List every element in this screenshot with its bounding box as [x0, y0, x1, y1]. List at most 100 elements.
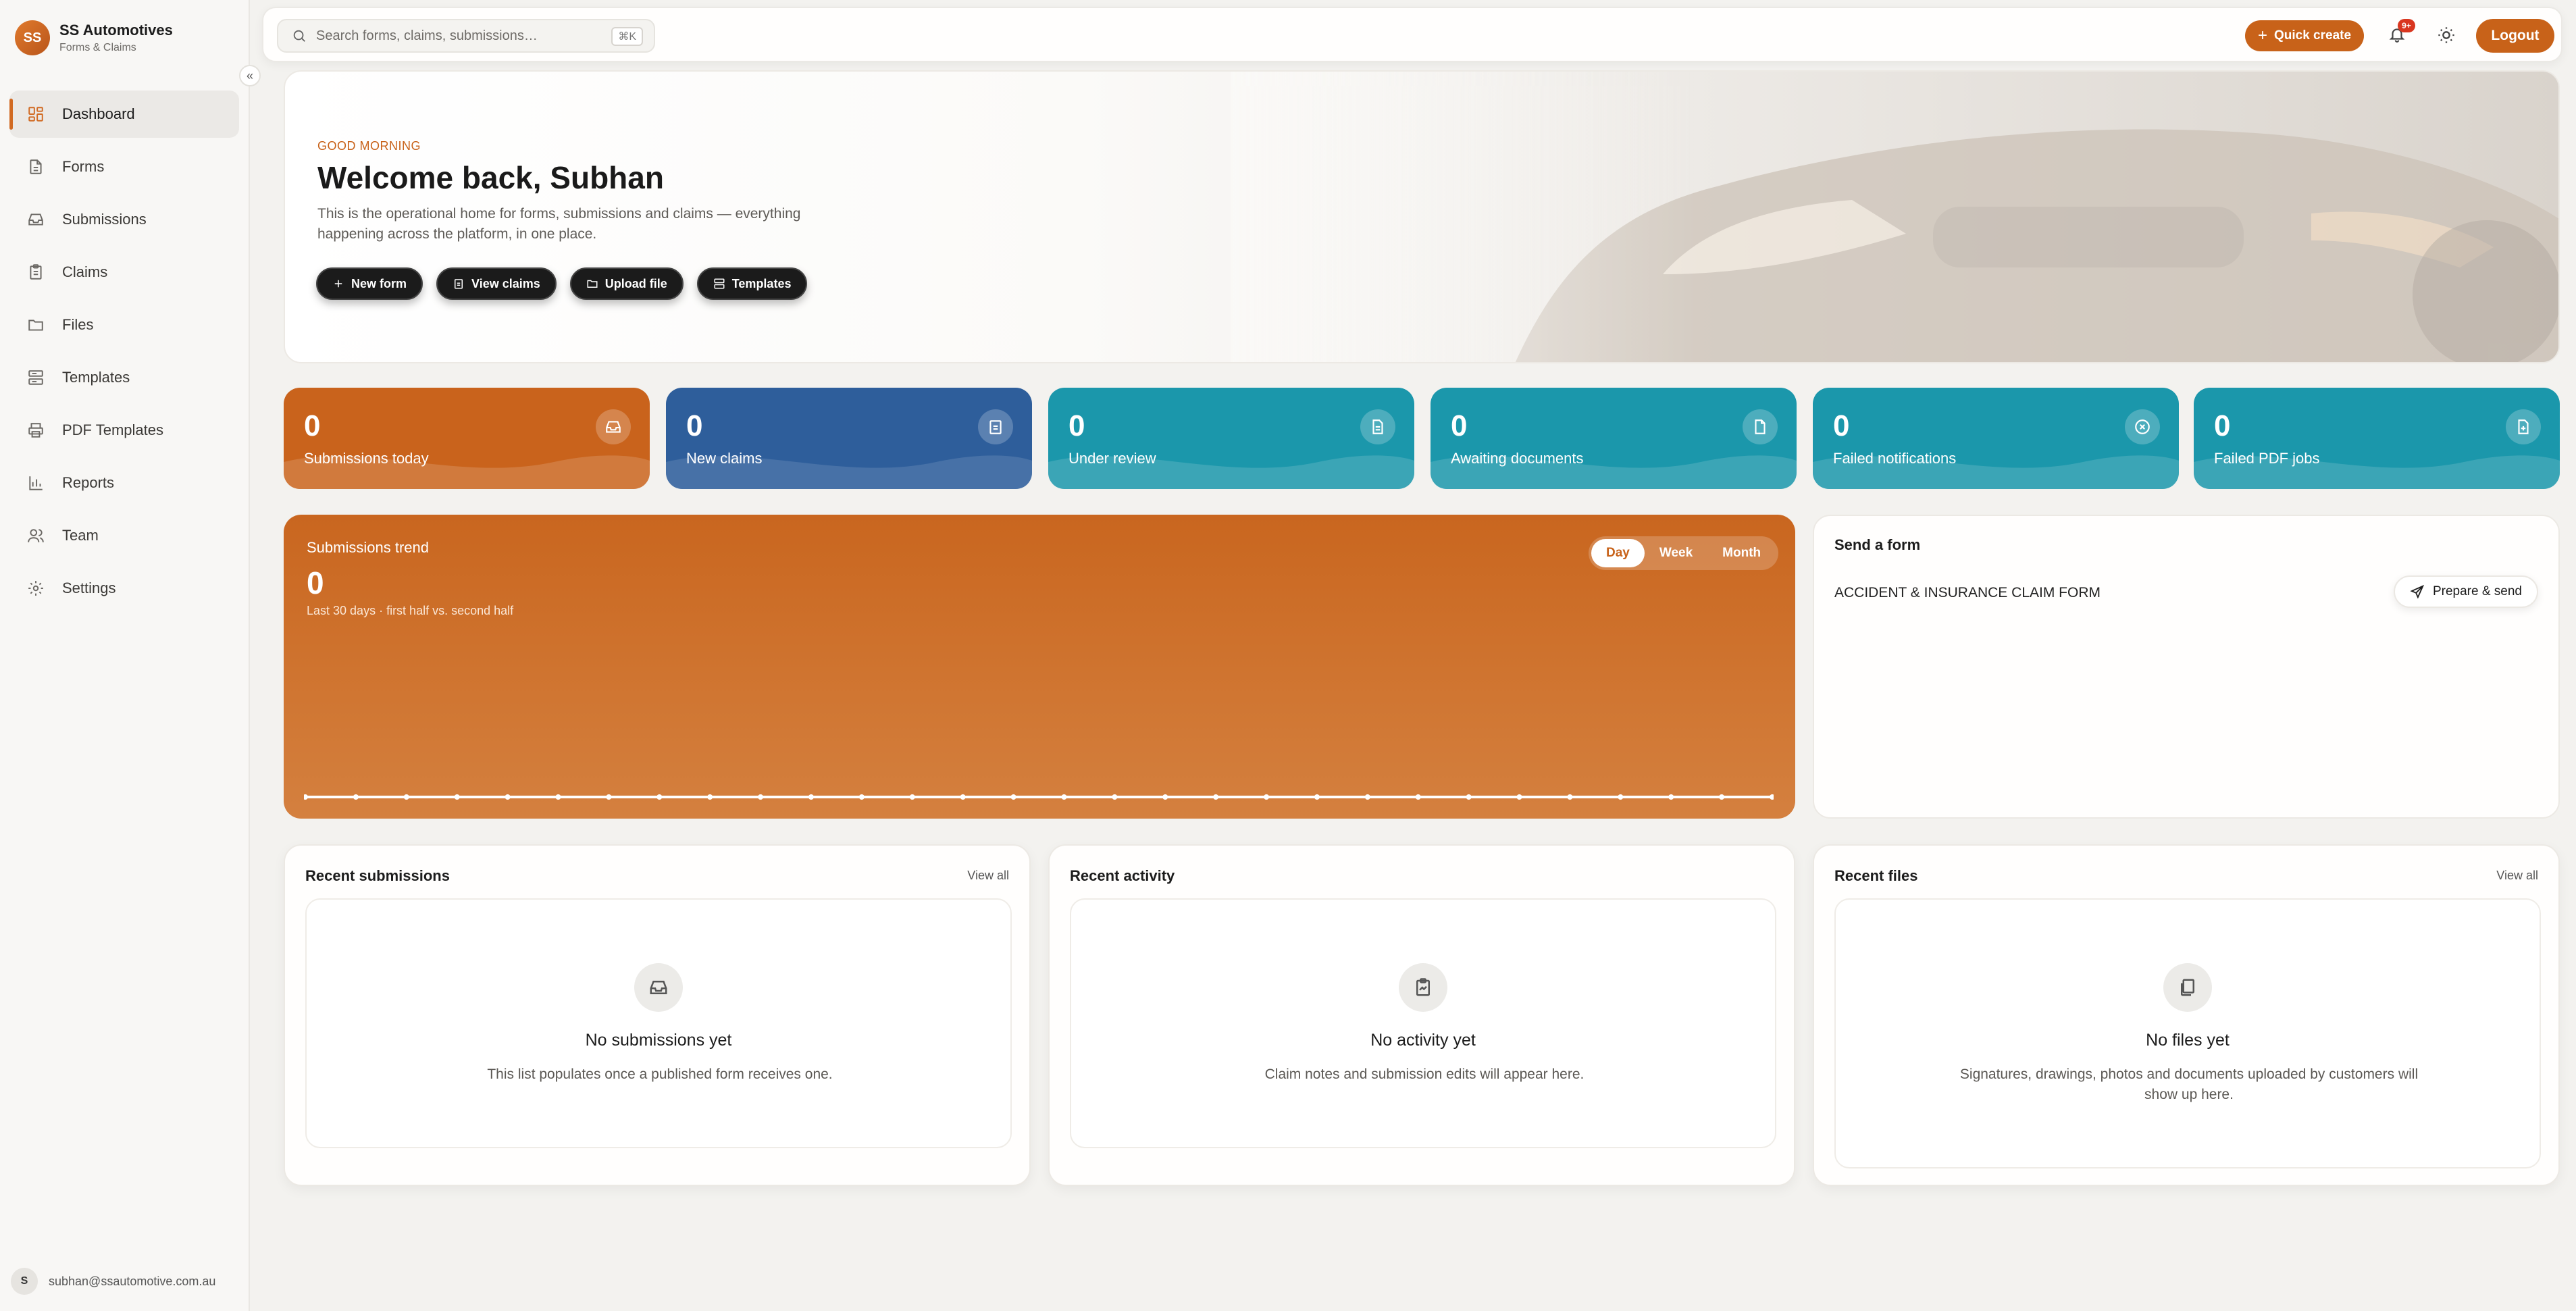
- empty-state: No files yet Signatures, drawings, photo…: [1834, 898, 2541, 1168]
- greeting-eyebrow: GOOD MORNING: [317, 139, 421, 153]
- sidebar-item-label: Team: [62, 527, 99, 544]
- new-form-button[interactable]: New form: [316, 267, 423, 300]
- plus-icon: +: [2257, 26, 2267, 45]
- panel-title: Recent files: [1834, 867, 1918, 884]
- empty-description: This list populates once a published for…: [487, 1066, 833, 1082]
- trend-point: [353, 794, 359, 800]
- user-account[interactable]: S subhan@ssautomotive.com.au: [11, 1268, 215, 1295]
- prepare-send-button[interactable]: Prepare & send: [2393, 575, 2538, 608]
- users-icon: [28, 529, 44, 542]
- range-month-button[interactable]: Month: [1707, 539, 1776, 567]
- view-claims-button[interactable]: View claims: [436, 267, 557, 300]
- chevrons-left-icon[interactable]: «: [239, 65, 261, 86]
- stat-value: 0: [1833, 409, 1850, 442]
- trend-point: [1618, 794, 1624, 800]
- file-plus-icon: [2506, 409, 2541, 444]
- stat-label: Failed notifications: [1833, 450, 1957, 467]
- range-toggle: Day Week Month: [1589, 536, 1779, 570]
- template-icon: [714, 278, 725, 289]
- clipboard-activity-icon: [1399, 963, 1447, 1012]
- files-icon: [2163, 963, 2212, 1012]
- trend-point: [1264, 794, 1270, 800]
- quick-create-button[interactable]: + Quick create: [2245, 20, 2364, 51]
- trend-value: 0: [307, 565, 324, 600]
- file-icon: [1743, 409, 1778, 444]
- empty-state: No submissions yet This list populates o…: [305, 898, 1012, 1148]
- sidebar-item-reports[interactable]: Reports: [9, 459, 239, 507]
- stat-card-under-review[interactable]: 0 Under review: [1048, 388, 1414, 489]
- template-icon: [28, 370, 43, 385]
- sidebar-item-templates[interactable]: Templates: [9, 354, 239, 401]
- trend-point: [1719, 794, 1725, 800]
- trend-subtitle: Last 30 days · first half vs. second hal…: [307, 604, 514, 617]
- bar-chart-icon: [29, 476, 43, 490]
- send-form-card: Send a form ACCIDENT & INSURANCE CLAIM F…: [1813, 515, 2560, 819]
- sidebar-item-label: Templates: [62, 369, 130, 386]
- search-box[interactable]: ⌘K: [277, 19, 655, 53]
- search-icon: [293, 30, 305, 42]
- trend-point: [1314, 794, 1320, 800]
- sidebar-item-claims[interactable]: Claims: [9, 249, 239, 296]
- brand[interactable]: SS SS Automotives Forms & Claims: [15, 20, 173, 55]
- stat-card-failed-notifications[interactable]: 0 Failed notifications: [1813, 388, 2179, 489]
- page-title: Welcome back, Subhan: [317, 160, 664, 195]
- notifications-button[interactable]: 9+: [2388, 19, 2415, 46]
- sidebar-item-team[interactable]: Team: [9, 512, 239, 559]
- document-icon: [1360, 409, 1395, 444]
- sidebar-item-label: Reports: [62, 474, 115, 491]
- welcome-hero: GOOD MORNING Welcome back, Subhan This i…: [284, 70, 2560, 363]
- trend-point: [656, 794, 663, 800]
- templates-button[interactable]: Templates: [696, 267, 808, 300]
- stat-card-submissions-today[interactable]: 0 Submissions today: [284, 388, 650, 489]
- templates-label: Templates: [731, 276, 792, 290]
- stat-label: Under review: [1068, 450, 1156, 467]
- empty-description: Signatures, drawings, photos and documen…: [1959, 1066, 2419, 1102]
- trend-point: [505, 794, 511, 800]
- inbox-icon: [28, 213, 43, 226]
- trend-point: [1770, 794, 1774, 800]
- recent-files-panel: Recent files View all No files yet Signa…: [1813, 844, 2560, 1186]
- sidebar-item-submissions[interactable]: Submissions: [9, 196, 239, 243]
- logout-button[interactable]: Logout: [2476, 19, 2554, 53]
- clipboard-icon: [30, 264, 42, 280]
- sidebar-item-forms[interactable]: Forms: [9, 143, 239, 190]
- prepare-send-label: Prepare & send: [2432, 584, 2522, 598]
- theme-toggle-button[interactable]: [2437, 26, 2457, 46]
- stat-card-new-claims[interactable]: 0 New claims: [666, 388, 1032, 489]
- hero-actions: New form View claims Upload file Templat…: [316, 267, 821, 300]
- plus-icon: [334, 280, 342, 288]
- form-name: ACCIDENT & INSURANCE CLAIM FORM: [1834, 585, 2101, 600]
- brand-name: SS Automotives: [59, 22, 173, 38]
- trend-point: [707, 794, 713, 800]
- trend-point: [808, 794, 814, 800]
- search-input[interactable]: [316, 28, 600, 44]
- trend-point: [606, 794, 612, 800]
- printer-icon: [28, 423, 43, 438]
- sidebar-item-label: Dashboard: [62, 105, 135, 122]
- stat-label: Submissions today: [304, 450, 429, 467]
- trend-point: [1668, 794, 1674, 800]
- trend-point: [304, 794, 308, 800]
- range-week-button[interactable]: Week: [1645, 539, 1707, 567]
- send-form-title: Send a form: [1834, 536, 1921, 553]
- clipboard-icon: [978, 409, 1013, 444]
- trend-chart: [304, 794, 1774, 800]
- sidebar-item-files[interactable]: Files: [9, 301, 239, 349]
- upload-file-button[interactable]: Upload file: [569, 267, 684, 300]
- view-all-link[interactable]: View all: [967, 869, 1009, 883]
- trend-point: [858, 794, 865, 800]
- view-all-link[interactable]: View all: [2496, 869, 2538, 883]
- sidebar-item-label: Claims: [62, 263, 108, 280]
- stat-card-awaiting-documents[interactable]: 0 Awaiting documents: [1431, 388, 1797, 489]
- range-day-button[interactable]: Day: [1591, 539, 1645, 567]
- sidebar-item-settings[interactable]: Settings: [9, 565, 239, 612]
- trend-point: [909, 794, 915, 800]
- stat-card-failed-pdf-jobs[interactable]: 0 Failed PDF jobs: [2194, 388, 2560, 489]
- sidebar-item-dashboard[interactable]: Dashboard: [9, 91, 239, 138]
- empty-state: No activity yet Claim notes and submissi…: [1070, 898, 1776, 1148]
- trend-point: [960, 794, 966, 800]
- sidebar-item-pdf-templates[interactable]: PDF Templates: [9, 407, 239, 454]
- trend-point: [1364, 794, 1370, 800]
- panel-title: Recent submissions: [305, 867, 450, 884]
- trend-point: [1162, 794, 1168, 800]
